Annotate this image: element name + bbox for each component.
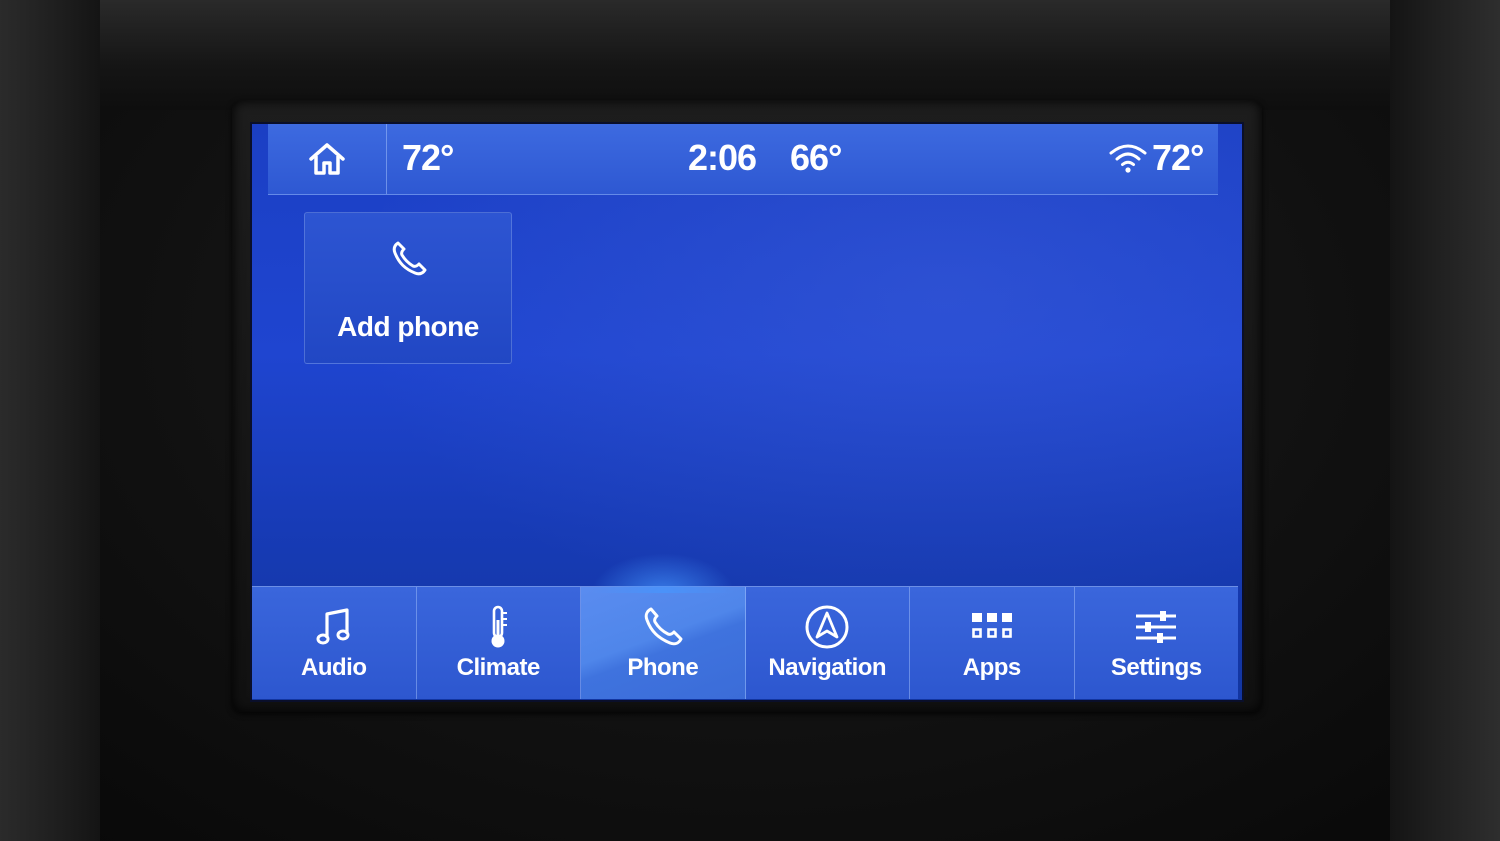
nav-climate-button[interactable]: Climate: [417, 587, 581, 699]
nav-navigation-label: Navigation: [768, 654, 887, 681]
left-trim-panel: [0, 0, 100, 841]
infotainment-screen: 72° 2:06 66° 72° Add phone Audio Climate…: [250, 122, 1244, 702]
outside-temperature: 66°: [790, 137, 842, 178]
nav-phone-button[interactable]: Phone: [581, 553, 746, 699]
nav-navigation-button[interactable]: Navigation: [746, 587, 910, 699]
music-note-icon: [316, 608, 350, 645]
passenger-temperature[interactable]: 72°: [1152, 138, 1204, 178]
thermometer-icon: [491, 605, 508, 648]
driver-temperature[interactable]: 72°: [402, 138, 454, 178]
home-button[interactable]: [268, 124, 387, 194]
nav-climate-label: Climate: [456, 654, 541, 681]
nav-audio-button[interactable]: Audio: [252, 587, 417, 699]
clock: 2:06: [688, 137, 757, 178]
apps-grid-icon: [971, 613, 1012, 638]
navigation-compass-icon: [805, 605, 849, 649]
settings-sliders-icon: [1136, 611, 1177, 643]
nav-settings-label: Settings: [1110, 654, 1202, 681]
bottom-nav-bar: Audio Climate Phone Navigation Apps Sett…: [252, 553, 1239, 699]
nav-audio-label: Audio: [301, 654, 367, 681]
home-icon: [309, 143, 345, 175]
phone-icon: [644, 607, 683, 646]
status-bar: 72° 2:06 66° 72°: [268, 124, 1218, 195]
nav-apps-label: Apps: [962, 654, 1022, 681]
phone-icon: [392, 241, 427, 276]
dashboard-top-panel: [0, 0, 1500, 110]
wifi-icon: [1109, 144, 1147, 173]
nav-phone-label: Phone: [627, 654, 699, 681]
right-trim-panel: [1390, 0, 1500, 841]
add-phone-button[interactable]: Add phone: [304, 212, 512, 364]
add-phone-label: Add phone: [337, 311, 479, 342]
nav-settings-button[interactable]: Settings: [1075, 587, 1239, 699]
nav-apps-button[interactable]: Apps: [910, 587, 1075, 699]
